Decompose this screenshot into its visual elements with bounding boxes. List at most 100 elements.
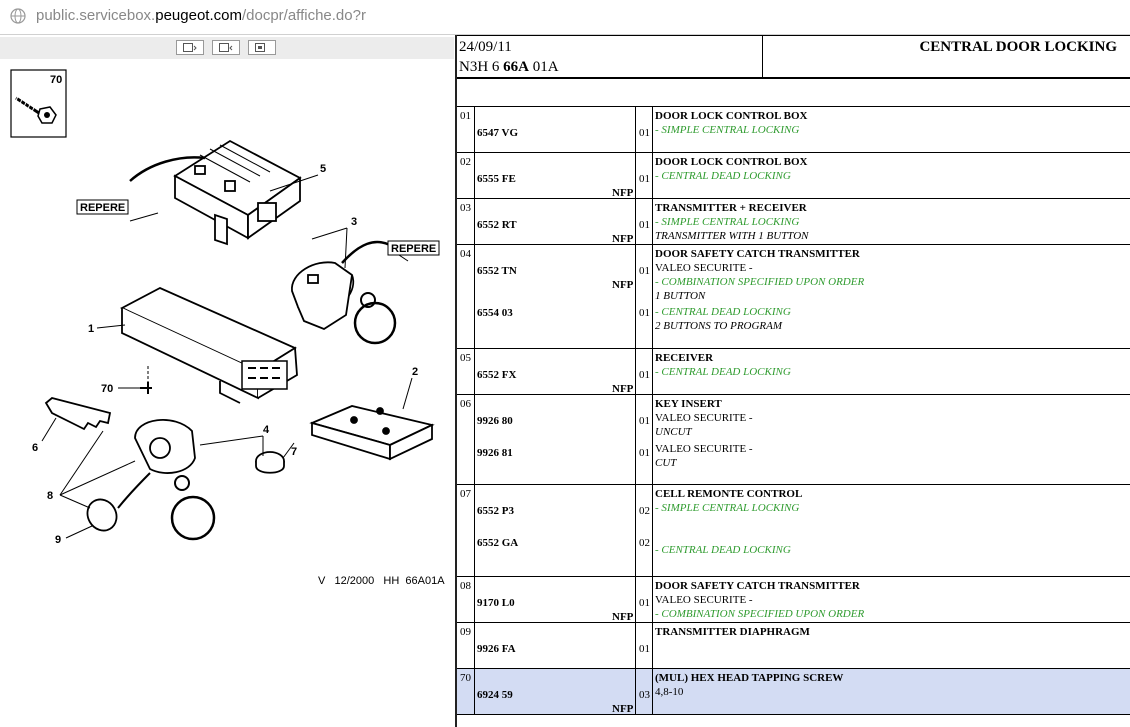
description-line: VALEO SECURITE - bbox=[655, 412, 753, 424]
table-row[interactable]: 09 9926 FA 01 TRANSMITTER DIAPHRAGM bbox=[457, 623, 1130, 669]
nfp-flag: NFP bbox=[612, 703, 634, 715]
part-quantity: 03 bbox=[639, 689, 650, 701]
part-reference[interactable]: 9926 80 bbox=[477, 415, 513, 427]
callout-1: 1 bbox=[88, 323, 94, 335]
item-position: 02 bbox=[460, 156, 471, 168]
part-reference[interactable]: 6555 FE bbox=[477, 173, 516, 185]
part-quantity: 01 bbox=[639, 173, 650, 185]
diagram-pane: 70 REPERE REPERE 5 3 1 2 70 6 4 7 8 9 V … bbox=[0, 35, 454, 727]
address-bar[interactable]: public.servicebox.peugeot.com/docpr/affi… bbox=[0, 0, 1130, 35]
description-line: TRANSMITTER DIAPHRAGM bbox=[655, 626, 810, 638]
item-position: 06 bbox=[460, 398, 471, 410]
sub-header-bar bbox=[457, 79, 1130, 107]
table-row[interactable]: 08 9170 L0 01 NFP DOOR SAFETY CATCH TRANSMIT… bbox=[457, 577, 1130, 623]
description-line: DOOR SAFETY CATCH TRANSMITTER bbox=[655, 580, 860, 592]
table-row[interactable]: 04 6552 TN 01 NFP 6554 03 01 DOOR SAFETY CATCH… bbox=[457, 245, 1130, 349]
part-reference[interactable]: 6547 VG bbox=[477, 127, 518, 139]
callout-6: 6 bbox=[32, 442, 38, 454]
description-line: TRANSMITTER + RECEIVER bbox=[655, 202, 807, 214]
item-position: 09 bbox=[460, 626, 471, 638]
part-reference[interactable]: 9170 L0 bbox=[477, 597, 515, 609]
description-line: 4,8-10 bbox=[655, 686, 684, 698]
table-row[interactable]: 01 6547 VG 01 DOOR LOCK CONTROL BOX - SIMPLE… bbox=[457, 107, 1130, 153]
callout-2: 2 bbox=[412, 366, 418, 378]
part-quantity: 02 bbox=[639, 505, 650, 517]
exploded-parts-diagram: 70 REPERE REPERE 5 3 1 2 70 6 4 7 8 9 bbox=[10, 69, 440, 546]
print-icon bbox=[255, 43, 265, 52]
inset-box-70: 70 bbox=[10, 69, 67, 138]
description-line: DOOR LOCK CONTROL BOX bbox=[655, 110, 808, 122]
callout-4: 4 bbox=[263, 424, 270, 436]
header-date: 24/09/11 bbox=[459, 39, 512, 55]
part-description: (MUL) HEX HEAD TAPPING SCREW 4,8-10 bbox=[655, 671, 843, 699]
parts-list-pane: 24/09/11 N3H 6 66A 01A CENTRAL DOOR LOCK… bbox=[457, 35, 1130, 727]
callout-9: 9 bbox=[55, 534, 61, 546]
description-line: (MUL) HEX HEAD TAPPING SCREW bbox=[655, 672, 844, 684]
part-reference[interactable]: 6552 RT bbox=[477, 219, 517, 231]
nfp-flag: NFP bbox=[612, 279, 634, 291]
drawing-reference: V 12/2000 HH 66A01A bbox=[318, 575, 445, 587]
zoom-in-button[interactable] bbox=[176, 40, 204, 55]
part-description: DOOR SAFETY CATCH TRANSMITTER VALEO SECUR… bbox=[655, 247, 864, 333]
inset-number: 70 bbox=[50, 74, 62, 86]
round-transmitter-part bbox=[134, 419, 216, 541]
table-row[interactable]: 70 6924 59 03 NFP (MUL) HEX HEAD TAPPING SCR… bbox=[457, 669, 1130, 715]
part-quantity: 01 bbox=[639, 307, 650, 319]
description-line: CELL REMONTE CONTROL bbox=[655, 488, 803, 500]
description-line: 2 BUTTONS TO PROGRAM bbox=[655, 320, 783, 332]
zoom-in-icon bbox=[183, 43, 197, 52]
part-quantity: 01 bbox=[639, 643, 650, 655]
repere-label-2: REPERE bbox=[391, 243, 436, 255]
part-reference[interactable]: 6552 TN bbox=[477, 265, 517, 277]
table-row[interactable]: 05 6552 FX 01 NFP RECEIVER - CENTRAL DEAD LOC… bbox=[457, 349, 1130, 395]
part-quantity: 01 bbox=[639, 369, 650, 381]
item-position: 07 bbox=[460, 488, 471, 500]
callout-3: 3 bbox=[351, 216, 357, 228]
part-reference[interactable]: 6552 FX bbox=[477, 369, 516, 381]
table-row[interactable]: 03 6552 RT 01 NFP TRANSMITTER + RECEIVER - SI… bbox=[457, 199, 1130, 245]
part-reference[interactable]: 9926 FA bbox=[477, 643, 516, 655]
table-row[interactable]: 06 9926 80 01 9926 81 01 KEY INSERT VALEO SECU… bbox=[457, 395, 1130, 485]
description-line: - COMBINATION SPECIFIED UPON ORDER bbox=[655, 608, 865, 620]
item-position: 05 bbox=[460, 352, 471, 364]
part-description: DOOR SAFETY CATCH TRANSMITTER VALEO SECUR… bbox=[655, 579, 864, 621]
part-reference[interactable]: 6924 59 bbox=[477, 689, 513, 701]
part-description: DOOR LOCK CONTROL BOX - SIMPLE CENTRAL LO… bbox=[655, 109, 808, 137]
zoom-out-icon bbox=[219, 43, 233, 52]
battery-cell-part bbox=[255, 451, 285, 474]
part-reference[interactable]: 6554 03 bbox=[477, 307, 513, 319]
part-description: TRANSMITTER + RECEIVER - SIMPLE CENTRAL L… bbox=[655, 201, 809, 243]
nfp-flag: NFP bbox=[612, 383, 634, 395]
header-title: CENTRAL DOOR LOCKING bbox=[919, 39, 1117, 55]
zoom-out-button[interactable] bbox=[212, 40, 240, 55]
description-line: - CENTRAL DEAD LOCKING bbox=[655, 170, 791, 182]
part-quantity: 01 bbox=[639, 447, 650, 459]
item-position: 08 bbox=[460, 580, 471, 592]
description-line bbox=[655, 515, 802, 529]
table-row[interactable]: 02 6555 FE 01 NFP DOOR LOCK CONTROL BOX - CEN… bbox=[457, 153, 1130, 199]
table-row[interactable]: 07 6552 P3 02 6552 GA 02 CELL REMONTE CONTROL… bbox=[457, 485, 1130, 577]
globe-icon bbox=[10, 8, 26, 24]
transmitter-part bbox=[291, 261, 397, 345]
part-reference[interactable]: 6552 GA bbox=[477, 537, 518, 549]
item-position: 03 bbox=[460, 202, 471, 214]
part-quantity: 02 bbox=[639, 537, 650, 549]
header-code: N3H 6 66A 01A bbox=[459, 59, 559, 75]
description-line: KEY INSERT bbox=[655, 398, 722, 410]
part-quantity: 01 bbox=[639, 597, 650, 609]
part-quantity: 01 bbox=[639, 219, 650, 231]
description-line: - COMBINATION SPECIFIED UPON ORDER bbox=[655, 276, 865, 288]
diagram-toolbar bbox=[0, 37, 454, 59]
part-reference[interactable]: 6552 P3 bbox=[477, 505, 514, 517]
description-line bbox=[655, 529, 802, 543]
item-position: 04 bbox=[460, 248, 471, 260]
part-reference[interactable]: 9926 81 bbox=[477, 447, 513, 459]
description-line: TRANSMITTER WITH 1 BUTTON bbox=[655, 230, 809, 242]
print-button[interactable] bbox=[248, 40, 276, 55]
callout-5: 5 bbox=[320, 163, 326, 175]
part-quantity: 01 bbox=[639, 415, 650, 427]
url-text[interactable]: public.servicebox.peugeot.com/docpr/affi… bbox=[36, 7, 366, 24]
callout-8: 8 bbox=[47, 490, 53, 502]
description-line: - SIMPLE CENTRAL LOCKING bbox=[655, 216, 800, 228]
repere-label-1: REPERE bbox=[80, 202, 125, 214]
